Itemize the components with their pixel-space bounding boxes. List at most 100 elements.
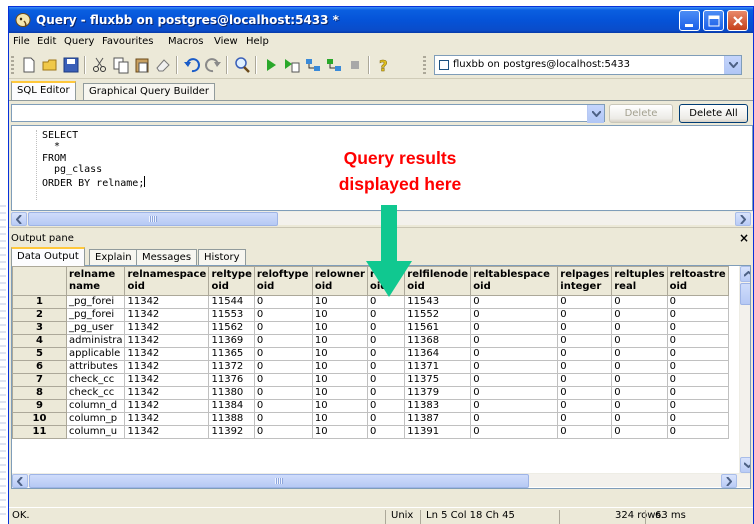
table-cell[interactable]: 0 [666, 373, 729, 387]
table-row[interactable]: 4 administra 11342 11369 0 10 0 11368 0 0 0 0 [12, 334, 729, 348]
table-cell[interactable]: 11342 [124, 321, 210, 335]
table-cell[interactable]: 0 [557, 360, 613, 374]
table-cell[interactable]: _pg_forei [65, 295, 126, 309]
table-cell[interactable]: 0 [557, 347, 613, 361]
table-cell[interactable]: 0 [470, 386, 559, 400]
table-cell[interactable]: 11384 [208, 399, 255, 413]
table-row[interactable]: 2 _pg_forei 11342 11553 0 10 0 11552 0 0 0 0 [12, 308, 729, 322]
tab-data-output[interactable]: Data Output [11, 247, 85, 266]
table-cell[interactable]: 0 [366, 295, 406, 309]
clear-icon[interactable] [154, 56, 172, 74]
row-number[interactable]: 11 [12, 425, 67, 439]
table-cell[interactable]: 10 [311, 321, 368, 335]
output-pane-close-icon[interactable]: × [739, 231, 749, 245]
table-cell[interactable]: attributes [65, 360, 126, 374]
table-cell[interactable]: 0 [253, 399, 313, 413]
scrollbar-thumb[interactable] [740, 283, 750, 305]
table-cell[interactable]: 11392 [208, 425, 255, 439]
table-cell[interactable]: 0 [366, 412, 406, 426]
table-cell[interactable]: 0 [253, 360, 313, 374]
table-cell[interactable]: 0 [253, 295, 313, 309]
grid-vertical-scrollbar[interactable] [739, 266, 750, 473]
column-header[interactable]: reloftype oid [253, 266, 313, 296]
query-history-select[interactable] [11, 104, 605, 123]
row-number[interactable]: 9 [12, 399, 67, 413]
table-cell[interactable]: 10 [311, 386, 368, 400]
close-button[interactable] [727, 10, 748, 31]
table-cell[interactable]: 0 [666, 295, 729, 309]
table-cell[interactable]: 0 [366, 399, 406, 413]
table-cell[interactable]: 0 [611, 412, 668, 426]
column-header[interactable]: reltuples real [611, 266, 668, 296]
tab-sql-editor[interactable]: SQL Editor [11, 81, 76, 100]
table-cell[interactable]: 0 [666, 321, 729, 335]
table-cell[interactable]: 0 [611, 373, 668, 387]
table-cell[interactable]: 0 [557, 412, 613, 426]
table-cell[interactable]: check_cc [65, 373, 126, 387]
table-cell[interactable]: 11372 [208, 360, 255, 374]
table-cell[interactable]: 0 [557, 373, 613, 387]
table-row[interactable]: 6 attributes 11342 11372 0 10 0 11371 0 0 0 0 [12, 360, 729, 374]
table-cell[interactable]: 10 [311, 347, 368, 361]
table-cell[interactable]: 0 [366, 360, 406, 374]
table-cell[interactable]: 11342 [124, 308, 210, 322]
row-number[interactable]: 8 [12, 386, 67, 400]
row-number[interactable]: 2 [12, 308, 67, 322]
help-icon[interactable]: ? [375, 56, 393, 74]
column-header[interactable]: relpages integer [557, 266, 613, 296]
table-cell[interactable]: column_p [65, 412, 126, 426]
table-cell[interactable]: 0 [611, 295, 668, 309]
cancel-query-icon[interactable] [346, 56, 364, 74]
scroll-down-button[interactable] [740, 457, 750, 473]
table-cell[interactable]: 0 [666, 334, 729, 348]
connection-checkbox[interactable] [439, 60, 449, 70]
row-number[interactable]: 10 [12, 412, 67, 426]
table-cell[interactable]: 11543 [404, 295, 472, 309]
open-folder-icon[interactable] [41, 56, 59, 74]
column-header[interactable]: relnamespace oid [124, 266, 210, 296]
table-cell[interactable]: 11342 [124, 347, 210, 361]
scroll-right-button[interactable] [735, 212, 751, 226]
row-number[interactable]: 3 [12, 321, 67, 335]
query-history-dropdown-button[interactable] [587, 105, 604, 123]
execute-icon[interactable] [262, 56, 280, 74]
explain-analyze-icon[interactable] [325, 56, 343, 74]
table-cell[interactable]: 11371 [404, 360, 472, 374]
table-cell[interactable]: 0 [253, 373, 313, 387]
new-document-icon[interactable] [20, 56, 38, 74]
table-cell[interactable]: 0 [366, 321, 406, 335]
table-cell[interactable]: 0 [470, 360, 559, 374]
table-cell[interactable]: 10 [311, 308, 368, 322]
table-cell[interactable]: 0 [611, 399, 668, 413]
table-cell[interactable]: 0 [666, 399, 729, 413]
table-cell[interactable]: 0 [611, 308, 668, 322]
table-cell[interactable]: 0 [666, 386, 729, 400]
table-cell[interactable]: _pg_forei [65, 308, 126, 322]
table-cell[interactable]: 10 [311, 295, 368, 309]
column-header[interactable]: relname name [65, 266, 126, 296]
table-cell[interactable]: 11379 [404, 386, 472, 400]
row-header-corner[interactable] [12, 266, 67, 296]
table-row[interactable]: 3 _pg_user 11342 11562 0 10 0 11561 0 0 0 0 [12, 321, 729, 335]
table-cell[interactable]: 0 [470, 373, 559, 387]
table-cell[interactable]: 0 [470, 308, 559, 322]
column-header[interactable]: relfilenode oid [404, 266, 472, 296]
table-cell[interactable]: 11342 [124, 360, 210, 374]
table-cell[interactable]: 10 [311, 399, 368, 413]
table-cell[interactable]: 11369 [208, 334, 255, 348]
scrollbar-thumb[interactable] [29, 474, 529, 488]
table-cell[interactable]: 0 [470, 334, 559, 348]
table-cell[interactable]: 0 [666, 308, 729, 322]
table-cell[interactable]: 11391 [404, 425, 472, 439]
table-cell[interactable]: 0 [557, 399, 613, 413]
table-cell[interactable]: 0 [253, 347, 313, 361]
table-row[interactable]: 8 check_cc 11342 11380 0 10 0 11379 0 0 0 0 [12, 386, 729, 400]
table-cell[interactable]: 11561 [404, 321, 472, 335]
save-icon[interactable] [62, 56, 80, 74]
scroll-left-button[interactable] [12, 474, 28, 488]
table-cell[interactable]: 0 [557, 425, 613, 439]
table-row[interactable]: 11 column_u 11342 11392 0 10 0 11391 0 0 0 0 [12, 425, 729, 439]
row-number[interactable]: 1 [12, 295, 67, 309]
grid-horizontal-scrollbar[interactable] [12, 473, 750, 488]
menu-query[interactable]: Query [64, 36, 94, 47]
